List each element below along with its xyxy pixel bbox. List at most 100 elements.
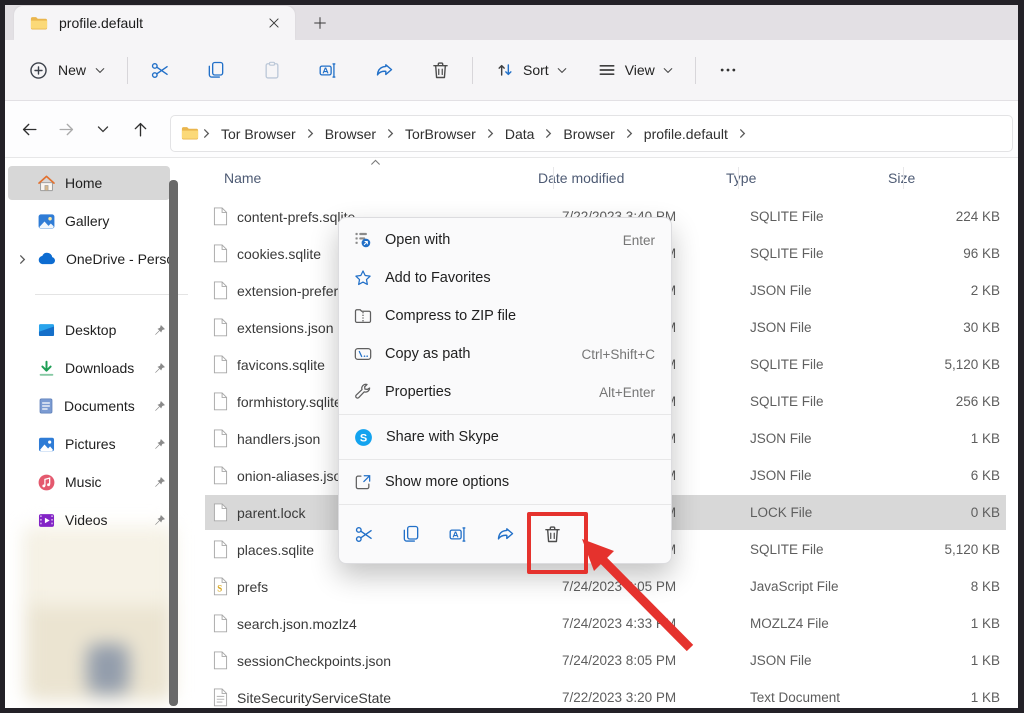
column-header-size[interactable]: Size xyxy=(888,170,1018,186)
copy-icon xyxy=(206,60,226,80)
breadcrumb-browser[interactable]: Browser xyxy=(318,126,383,142)
menu-item-show-more-options[interactable]: Show more options xyxy=(339,463,671,501)
menu-item-properties[interactable]: PropertiesAlt+Enter xyxy=(339,373,671,411)
file-name-cell: Sprefs xyxy=(200,577,562,596)
new-button[interactable]: New xyxy=(18,52,115,89)
menu-item-add-to-favorites[interactable]: Add to Favorites xyxy=(339,259,671,297)
menu-item-share-with-skype[interactable]: SShare with Skype xyxy=(339,418,671,456)
file-row-sessioncheckpoints-json[interactable]: sessionCheckpoints.json7/24/2023 8:05 PM… xyxy=(200,642,1018,679)
forward-icon[interactable] xyxy=(54,117,78,141)
column-header-row: Name Date modified Type Size xyxy=(200,158,1018,198)
sidebar-scrollbar[interactable] xyxy=(169,180,178,706)
file-name: cookies.sqlite xyxy=(237,246,321,262)
menu-item-label: Show more options xyxy=(385,474,509,490)
cut-button[interactable] xyxy=(140,50,180,90)
address-bar[interactable]: Tor Browser Browser TorBrowser Data Browser p… xyxy=(170,115,1013,152)
file-icon xyxy=(213,207,228,226)
sidebar-item-label: Gallery xyxy=(65,213,109,229)
tab-bar: profile.default xyxy=(0,0,1024,40)
menu-cut-button[interactable] xyxy=(346,516,382,552)
copy-icon xyxy=(401,524,421,544)
menu-item-open-with[interactable]: Open withEnter xyxy=(339,221,671,259)
file-icon xyxy=(213,318,228,337)
menu-delete-button[interactable] xyxy=(534,516,570,552)
sort-button[interactable]: Sort xyxy=(485,52,577,88)
file-icon xyxy=(213,392,228,411)
breadcrumb-torbrowser[interactable]: TorBrowser xyxy=(398,126,483,142)
file-name: formhistory.sqlite xyxy=(237,394,342,410)
delete-button[interactable] xyxy=(420,50,460,90)
menu-item-label: Share with Skype xyxy=(386,429,499,445)
sidebar-item-label: Home xyxy=(65,175,102,191)
file-size: 96 KB xyxy=(912,246,1018,261)
column-header-date-modified[interactable]: Date modified xyxy=(538,170,726,186)
navigation-pane: HomeGalleryOneDrive - PersoDesktopDownlo… xyxy=(5,158,200,708)
up-icon[interactable] xyxy=(128,117,152,141)
file-type: SQLITE File xyxy=(750,246,912,261)
file-icon xyxy=(213,281,228,300)
chevron-right-icon[interactable] xyxy=(17,254,28,265)
toolbar-divider xyxy=(695,57,696,84)
menu-copy-button[interactable] xyxy=(393,516,429,552)
column-divider[interactable] xyxy=(553,167,554,189)
file-row-search-json-mozlz4[interactable]: search.json.mozlz47/24/2023 4:33 PMMOZLZ… xyxy=(200,605,1018,642)
breadcrumb-data[interactable]: Data xyxy=(498,126,542,142)
file-type: JSON File xyxy=(750,320,912,335)
breadcrumb-separator-icon xyxy=(735,128,750,139)
column-divider[interactable] xyxy=(903,167,904,189)
breadcrumb-tor-browser[interactable]: Tor Browser xyxy=(214,126,303,142)
sidebar-item-label: Documents xyxy=(64,398,135,414)
toolbar-divider xyxy=(127,57,128,84)
file-size: 0 KB xyxy=(912,505,1018,520)
see-more-button[interactable] xyxy=(708,50,748,90)
file-name: handlers.json xyxy=(237,431,320,447)
sidebar-item-label: OneDrive - Perso xyxy=(66,251,174,267)
sort-icon xyxy=(495,60,515,80)
chevron-down-icon xyxy=(95,67,105,74)
delete-icon xyxy=(430,60,451,81)
file-row-sitesecurityservicestate[interactable]: SiteSecurityServiceState 7/22/2023 3:20 P… xyxy=(200,679,1018,708)
pin-icon xyxy=(152,399,167,414)
svg-text:S: S xyxy=(217,584,222,594)
menu-item-copy-as-path[interactable]: Copy as pathCtrl+Shift+C xyxy=(339,335,671,373)
menu-rename-button[interactable] xyxy=(440,516,476,552)
file-size: 1 KB xyxy=(912,690,1018,705)
zip-icon xyxy=(353,306,373,326)
file-name: favicons.sqlite xyxy=(237,357,325,373)
blurred-region xyxy=(25,526,173,701)
rename-button[interactable] xyxy=(308,50,348,90)
back-icon[interactable] xyxy=(17,117,41,141)
breadcrumb-browser[interactable]: Browser xyxy=(556,126,621,142)
command-toolbar: New Sort View xyxy=(0,40,1024,101)
file-row-prefs[interactable]: Sprefs7/24/2023 8:05 PMJavaScript File8 … xyxy=(200,568,1018,605)
new-tab-icon[interactable] xyxy=(306,9,334,36)
file-date-modified: 7/24/2023 4:33 PM xyxy=(562,616,750,631)
sidebar-divider xyxy=(35,294,188,295)
close-tab-icon[interactable] xyxy=(261,10,287,36)
column-divider[interactable] xyxy=(738,167,739,189)
menu-item-compress-to-zip-file[interactable]: Compress to ZIP file xyxy=(339,297,671,335)
tab-profile-default[interactable]: profile.default xyxy=(14,6,295,40)
delete-icon xyxy=(542,524,563,545)
recent-locations-icon[interactable] xyxy=(91,117,115,141)
file-icon xyxy=(213,540,228,559)
column-header-name[interactable]: Name xyxy=(200,170,538,186)
menu-share-button[interactable] xyxy=(487,516,523,552)
open-with-icon xyxy=(353,230,373,250)
share-icon xyxy=(374,60,395,81)
file-name: search.json.mozlz4 xyxy=(237,616,357,632)
file-name: SiteSecurityServiceState xyxy=(237,690,391,706)
copy-button[interactable] xyxy=(196,50,236,90)
file-date-modified: 7/24/2023 8:05 PM xyxy=(562,579,750,594)
file-date-modified: 7/22/2023 3:20 PM xyxy=(562,690,750,705)
view-button[interactable]: View xyxy=(587,52,683,88)
file-type: Text Document xyxy=(750,690,912,705)
column-header-type[interactable]: Type xyxy=(726,170,888,186)
breadcrumb-profile-default[interactable]: profile.default xyxy=(637,126,735,142)
file-icon xyxy=(213,466,228,485)
paste-button[interactable] xyxy=(252,50,292,90)
file-type: SQLITE File xyxy=(750,209,912,224)
sidebar-item-label: Downloads xyxy=(65,360,134,376)
file-type: JSON File xyxy=(750,283,912,298)
share-button[interactable] xyxy=(364,50,404,90)
